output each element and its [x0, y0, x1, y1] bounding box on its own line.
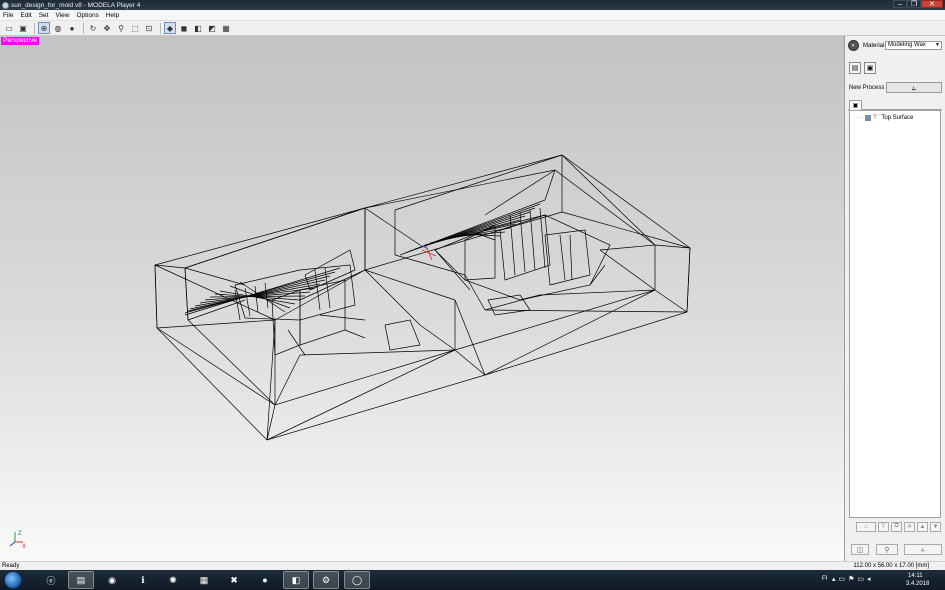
status-text: Ready — [2, 563, 20, 569]
app-icon[interactable]: ✺ — [160, 571, 186, 589]
open-icon[interactable]: ▭ — [3, 22, 15, 34]
tree-item-label: Top Surface — [881, 114, 914, 121]
axis-triad-icon: Z X — [9, 531, 26, 550]
menu-options[interactable]: Options — [76, 12, 98, 19]
view-sphere-icon[interactable]: ● — [66, 22, 78, 34]
info-icon[interactable]: ℹ — [130, 571, 156, 589]
rotate-icon[interactable]: ↻ — [87, 22, 99, 34]
view-mode-label: Perspective — [1, 37, 39, 45]
axis-x-label: X — [22, 544, 26, 550]
process-list-icon[interactable]: ▤ — [849, 62, 861, 74]
app-logo-icon — [2, 1, 9, 9]
material-value: Modeling Wax — [888, 42, 926, 48]
new-process-icon: ⥿ — [911, 82, 917, 92]
process-toolbar: ⌂ Ⲩ ⧉ ✕ ▲ ▼ — [849, 521, 941, 532]
app-window: sun_design_for_mold v8 - MODELA Player 4… — [0, 0, 945, 590]
zoom-window-icon[interactable]: ⬚ — [129, 22, 141, 34]
modela-icon[interactable]: ◯ — [344, 571, 370, 589]
side-view-icon[interactable]: ◧ — [192, 22, 204, 34]
wireframe-model — [154, 154, 691, 441]
3d-viewport[interactable]: Perspective Z X — [0, 36, 845, 561]
toolbar-divider — [83, 22, 84, 34]
toolbar: ▭ ▣ ⊕ ◍ ● ↻ ✥ ⚲ ⬚ ⊡ ◆ ◼ ◧ ◩ ▦ — [0, 21, 945, 36]
new-process-button[interactable]: ⥿ — [886, 82, 942, 93]
close-button[interactable]: ✕ — [921, 0, 943, 8]
process-delete-icon[interactable]: ✕ — [904, 521, 915, 532]
title-bar: sun_design_for_mold v8 - MODELA Player 4… — [0, 0, 945, 10]
top-view-icon[interactable]: ◩ — [206, 22, 218, 34]
zoom-icon[interactable]: ⚲ — [115, 22, 127, 34]
roland-icon[interactable]: ◧ — [283, 571, 309, 589]
view-all-icon[interactable]: ⊕ — [38, 22, 50, 34]
panel-tabs: ▣ — [848, 99, 942, 110]
grid-view-icon[interactable]: ▦ — [220, 22, 232, 34]
new-process-label: New Process — [849, 85, 885, 91]
process-tool-icon[interactable]: Ⲩ — [878, 521, 889, 532]
tool-icon: Ⲩ — [873, 114, 878, 120]
save-process-icon[interactable]: ▣ — [864, 62, 876, 74]
preview-icon[interactable]: ◫ — [851, 544, 869, 555]
firefox-icon[interactable]: ● — [252, 571, 278, 589]
process-icon — [865, 114, 871, 121]
maximize-button[interactable]: ❐ — [907, 0, 921, 8]
axis-z-label: Z — [18, 531, 22, 537]
iso-view-icon[interactable]: ◆ — [164, 22, 176, 34]
move-up-icon[interactable]: ▲ — [917, 521, 928, 532]
menu-edit[interactable]: Edit — [20, 12, 31, 19]
clock-time[interactable]: 14:11 — [908, 573, 923, 579]
chevron-down-icon: ▼ — [935, 42, 940, 48]
simulate-icon[interactable]: ⚲ — [876, 544, 898, 555]
model-dimensions: 112.00 x 56.00 x 17.00 [mm] — [853, 563, 929, 569]
start-button[interactable] — [4, 571, 22, 589]
front-view-icon[interactable]: ◼ — [178, 22, 190, 34]
material-row: ◐ Material — [848, 40, 884, 51]
tray-icons[interactable]: ▴▭⚑▭◂ — [832, 575, 874, 583]
window-title: sun_design_for_mold v8 - MODELA Player 4 — [11, 1, 141, 9]
process-tree[interactable]: ··· Ⲩ Top Surface — [849, 110, 941, 518]
move-down-icon[interactable]: ▼ — [930, 521, 941, 532]
toolbar-divider — [34, 22, 35, 34]
process-edit-icon[interactable]: ⌂ — [856, 521, 876, 532]
process-tab[interactable]: ▣ — [849, 100, 862, 110]
minimize-button[interactable]: – — [893, 0, 907, 8]
material-select[interactable]: Modeling Wax ▼ — [885, 41, 942, 50]
menu-file[interactable]: File — [3, 12, 13, 19]
view-globe-icon[interactable]: ◍ — [52, 22, 64, 34]
tree-item-top-surface[interactable]: ··· Ⲩ Top Surface — [857, 114, 913, 121]
toolbar-divider — [160, 22, 161, 34]
taskbar: ⓔ ▤ ◉ ℹ ✺ ▦ ✖ ● ◧ ⚙ ◯ FI ▴▭⚑▭◂ 14:11 3.4… — [0, 570, 945, 590]
menu-set[interactable]: Set — [39, 12, 49, 19]
panel-bottom-buttons: ◫ ⚲ ⥿ — [849, 544, 942, 556]
process-panel: ◐ Material Modeling Wax ▼ ▤ ▣ New Proces… — [846, 36, 945, 561]
save-icon[interactable]: ▣ — [17, 22, 29, 34]
ccleaner-icon[interactable]: ◉ — [99, 571, 125, 589]
explorer-icon[interactable]: ▤ — [68, 571, 94, 589]
material-label: Material — [863, 42, 885, 49]
xampp-icon[interactable]: ✖ — [221, 571, 247, 589]
status-bar: Ready 112.00 x 56.00 x 17.00 [mm] — [0, 561, 945, 570]
material-icon[interactable]: ◐ — [848, 40, 859, 51]
window-controls: – ❐ ✕ — [893, 0, 943, 9]
tree-connector: ··· — [857, 114, 863, 121]
system-tray: FI ▴▭⚑▭◂ 14:11 3.4.2018 — [820, 570, 945, 590]
tree-tab-icon: ▣ — [852, 103, 859, 109]
ie-icon[interactable]: ⓔ — [38, 571, 64, 589]
menu-bar: File Edit Set View Options Help — [0, 10, 945, 21]
pan-icon[interactable]: ✥ — [101, 22, 113, 34]
settings-icon[interactable]: ⚙ — [313, 571, 339, 589]
menu-help[interactable]: Help — [106, 12, 119, 19]
menu-view[interactable]: View — [55, 12, 69, 19]
language-indicator[interactable]: FI — [822, 576, 827, 582]
cut-icon[interactable]: ⥿ — [904, 544, 942, 555]
zoom-fit-icon[interactable]: ⊡ — [143, 22, 155, 34]
process-copy-icon[interactable]: ⧉ — [891, 521, 902, 532]
sonos-icon[interactable]: ▦ — [191, 571, 217, 589]
clock-date[interactable]: 3.4.2018 — [906, 581, 929, 587]
